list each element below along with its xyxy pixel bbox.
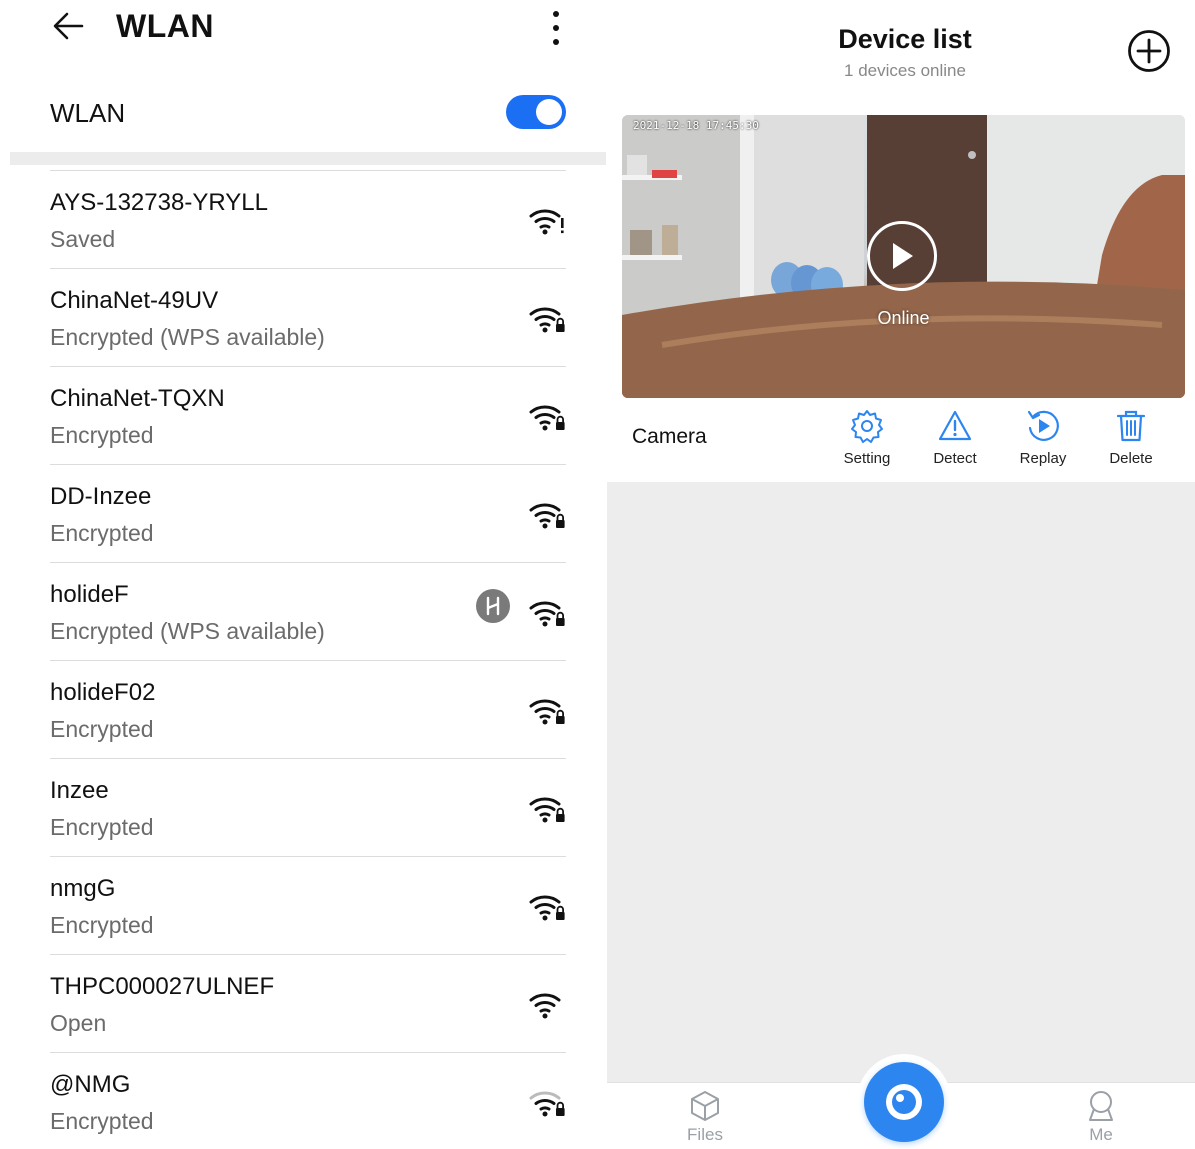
- camera-timestamp: 2021-12-18 17:45:30: [633, 119, 759, 132]
- network-status: Encrypted (WPS available): [50, 324, 325, 350]
- tab-devices[interactable]: [864, 1062, 944, 1142]
- box-icon: [691, 1091, 719, 1121]
- add-device-icon[interactable]: [1127, 29, 1171, 73]
- wifi-lock-icon: [529, 699, 565, 725]
- delete-label: Delete: [1109, 450, 1153, 467]
- tab-me[interactable]: Me: [1061, 1089, 1141, 1145]
- network-name: Inzee: [50, 777, 109, 804]
- network-status: Open: [50, 1010, 107, 1036]
- network-name: holideF: [50, 581, 129, 608]
- play-button[interactable]: [867, 221, 937, 291]
- network-item[interactable]: DD-Inzee Encrypted: [50, 465, 566, 563]
- network-status: Encrypted: [50, 422, 154, 448]
- section-divider: [10, 152, 606, 165]
- wifi-lock-weak-icon: [529, 1091, 565, 1117]
- wlan-header: WLAN: [10, 0, 606, 60]
- setting-button[interactable]: Setting: [827, 408, 907, 467]
- network-name: THPC000027ULNEF: [50, 973, 275, 1000]
- network-status: Encrypted (WPS available): [50, 618, 325, 644]
- network-list: AYS-132738-YRYLL Saved ChinaNet-49UV Enc…: [50, 170, 566, 1149]
- network-status: Encrypted: [50, 520, 154, 546]
- camera-status: Online: [877, 308, 930, 328]
- gear-icon: [851, 410, 883, 443]
- network-status: Encrypted: [50, 912, 154, 938]
- network-name: DD-Inzee: [50, 483, 152, 510]
- network-name: holideF02: [50, 679, 156, 706]
- warning-icon: [938, 410, 972, 441]
- back-arrow-icon[interactable]: [50, 8, 86, 44]
- replay-button[interactable]: Replay: [1003, 408, 1083, 467]
- wifi-alert-icon: [529, 209, 564, 235]
- network-name: ChinaNet-49UV: [50, 287, 219, 314]
- network-item[interactable]: holideF02 Encrypted: [50, 661, 566, 759]
- network-name: @NMG: [50, 1071, 131, 1098]
- network-item[interactable]: holideF Encrypted (WPS available): [50, 563, 566, 661]
- device-list-screen: Device list 1 devices online 2021-12-18 …: [607, 0, 1195, 1149]
- tab-me-label: Me: [1089, 1125, 1113, 1144]
- setting-label: Setting: [843, 450, 891, 467]
- replay-label: Replay: [1019, 450, 1067, 467]
- network-item[interactable]: THPC000027ULNEF Open: [50, 955, 566, 1053]
- wifi-lock-icon: [529, 405, 565, 431]
- network-item[interactable]: AYS-132738-YRYLL Saved: [50, 170, 566, 269]
- detect-button[interactable]: Detect: [915, 408, 995, 467]
- wlan-toggle-row: WLAN: [10, 88, 606, 140]
- replay-icon: [1027, 410, 1059, 441]
- network-status: Encrypted: [50, 814, 154, 840]
- network-item[interactable]: ChinaNet-49UV Encrypted (WPS available): [50, 269, 566, 367]
- camera-name: Camera: [632, 425, 707, 448]
- camera-preview[interactable]: 2021-12-18 17:45:30 Online: [622, 115, 1185, 398]
- wlan-toggle-label: WLAN: [50, 98, 126, 128]
- wifi-lock-icon: [529, 307, 565, 333]
- hilink-icon: [476, 589, 510, 623]
- delete-button[interactable]: Delete: [1091, 408, 1171, 467]
- tab-files-label: Files: [687, 1125, 723, 1144]
- user-icon: [1089, 1091, 1113, 1121]
- eye-icon: [886, 1084, 922, 1120]
- wlan-screen: WLAN WLAN AYS-132738-YRYLL Saved ChinaNe…: [10, 0, 606, 1149]
- network-item[interactable]: @NMG Encrypted: [50, 1053, 566, 1149]
- trash-icon: [1116, 410, 1146, 442]
- wlan-toggle[interactable]: [506, 95, 566, 129]
- tab-files[interactable]: Files: [665, 1089, 745, 1145]
- page-title: Device list: [838, 24, 972, 54]
- network-name: ChinaNet-TQXN: [50, 385, 225, 412]
- detect-label: Detect: [933, 450, 977, 467]
- page-title: WLAN: [116, 8, 214, 44]
- more-vertical-icon[interactable]: [546, 8, 566, 48]
- camera-action-bar: Camera Setting Detect Replay Delete: [607, 400, 1195, 482]
- network-name: AYS-132738-YRYLL: [50, 189, 268, 216]
- network-item[interactable]: ChinaNet-TQXN Encrypted: [50, 367, 566, 465]
- network-status: Encrypted: [50, 1108, 154, 1134]
- network-item[interactable]: nmgG Encrypted: [50, 857, 566, 955]
- device-list-empty-area: [607, 482, 1195, 1082]
- toggle-knob: [536, 99, 562, 125]
- network-status: Saved: [50, 226, 116, 252]
- devices-online-count: 1 devices online: [844, 61, 966, 80]
- network-status: Encrypted: [50, 716, 154, 742]
- play-icon: [893, 243, 913, 269]
- wifi-lock-icon: [529, 601, 565, 627]
- wifi-icon: [529, 993, 561, 1019]
- network-item[interactable]: Inzee Encrypted: [50, 759, 566, 857]
- wifi-lock-icon: [529, 503, 565, 529]
- wifi-lock-icon: [529, 895, 565, 921]
- wifi-lock-icon: [529, 797, 565, 823]
- network-name: nmgG: [50, 875, 116, 902]
